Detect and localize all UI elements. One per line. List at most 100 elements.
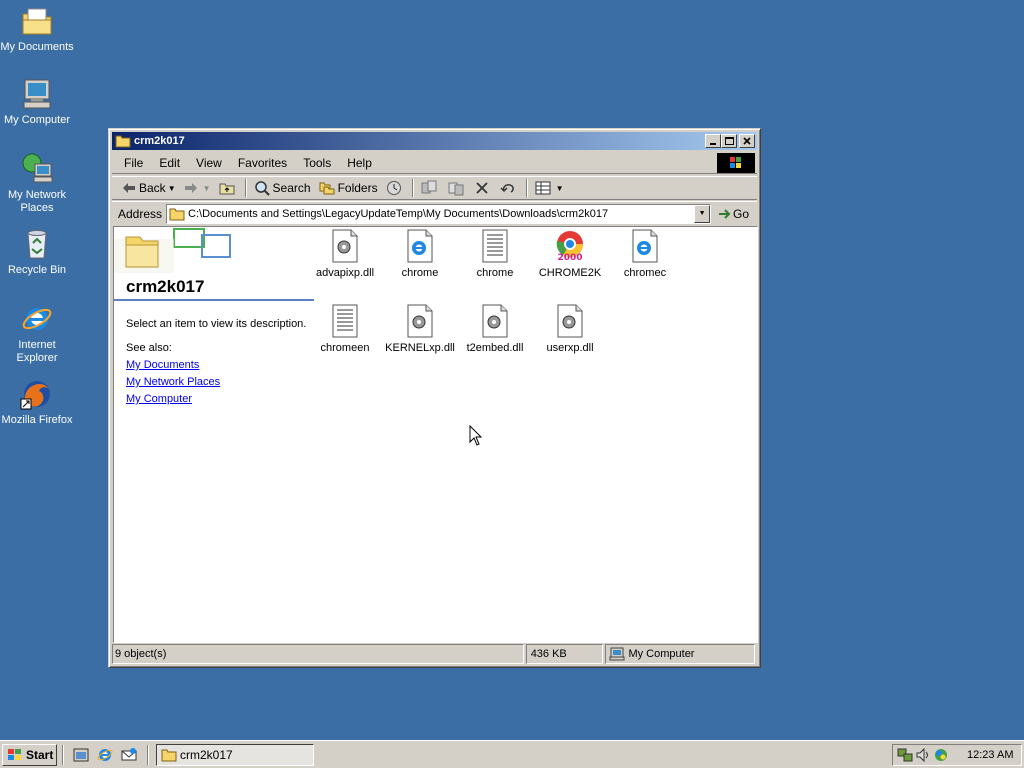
status-zone: My Computer — [605, 644, 755, 664]
link-my-computer[interactable]: My Computer — [126, 393, 192, 405]
pane-description: Select an item to view its description. — [126, 318, 307, 330]
back-dropdown-icon[interactable]: ▼ — [168, 184, 176, 193]
desktop-icon-internet-explorer[interactable]: Internet Explorer — [0, 302, 75, 365]
pane-see-also: See also: — [126, 342, 172, 354]
undo-button[interactable] — [496, 178, 523, 198]
explorer-window[interactable]: crm2k017 File Edit View Favorites Tools … — [108, 128, 761, 668]
start-button[interactable]: Start — [2, 744, 57, 766]
move-to-button[interactable] — [417, 178, 444, 198]
taskbar: Start crm2k017 12:23 AM — [0, 740, 1024, 768]
toolbar-separator — [525, 179, 528, 197]
desktop-icon-recycle-bin[interactable]: Recycle Bin — [0, 227, 75, 277]
file-name: userxp.dll — [546, 342, 594, 354]
desktop-icon-firefox[interactable]: Mozilla Firefox — [0, 377, 75, 427]
internet-explorer-icon — [22, 308, 52, 330]
desktop-icon-label: Recycle Bin — [7, 264, 67, 276]
search-icon — [254, 181, 270, 196]
go-label: Go — [733, 206, 750, 221]
up-folder-icon — [219, 183, 235, 195]
windows-logo-icon — [717, 153, 755, 173]
outlook-express-icon[interactable] — [120, 746, 138, 764]
desktop-icon-label: My Network Places — [7, 189, 67, 214]
volume-icon[interactable] — [915, 747, 931, 763]
views-button[interactable]: ▼ — [531, 178, 568, 198]
forward-button[interactable]: ▼ — [180, 178, 215, 198]
update-shield-icon[interactable] — [933, 747, 949, 763]
link-my-documents[interactable]: My Documents — [126, 359, 199, 371]
menu-help[interactable]: Help — [339, 156, 380, 170]
maximize-button[interactable] — [721, 134, 737, 148]
taskbar-window-label: crm2k017 — [180, 748, 233, 762]
close-button[interactable] — [739, 134, 755, 148]
file-item[interactable]: 2000 CHROME2K — [532, 229, 608, 279]
firefox-icon — [20, 381, 50, 410]
address-input[interactable]: C:\Documents and Settings\LegacyUpdateTe… — [166, 203, 712, 224]
address-dropdown-button[interactable]: ▼ — [694, 204, 711, 223]
mouse-cursor-icon — [469, 425, 483, 446]
internet-explorer-icon[interactable] — [96, 746, 114, 764]
menu-file[interactable]: File — [116, 156, 151, 170]
move-to-icon — [421, 180, 437, 194]
link-my-network-places[interactable]: My Network Places — [126, 376, 220, 388]
file-item[interactable]: chromec — [607, 229, 683, 279]
delete-button[interactable] — [471, 178, 496, 198]
back-button[interactable]: Back ▼ — [118, 178, 180, 198]
file-name: chrome — [401, 267, 439, 279]
folder-content-area[interactable]: crm2k017 Select an item to view its desc… — [113, 226, 758, 643]
folders-icon — [319, 182, 335, 195]
web-view-pane: crm2k017 Select an item to view its desc… — [114, 227, 316, 642]
dll-file-icon — [332, 229, 358, 263]
views-dropdown-icon[interactable]: ▼ — [556, 184, 564, 193]
network-places-icon — [22, 153, 53, 183]
file-name: advapixp.dll — [315, 267, 375, 279]
search-button[interactable]: Search — [250, 178, 315, 198]
file-item[interactable]: userxp.dll — [532, 304, 608, 354]
go-button[interactable]: Go — [717, 207, 749, 221]
back-arrow-icon — [123, 183, 135, 193]
copy-to-button[interactable] — [444, 178, 471, 198]
file-item[interactable]: KERNELxp.dll — [382, 304, 458, 354]
status-size: 436 KB — [525, 644, 604, 664]
folders-button[interactable]: Folders — [315, 178, 382, 198]
text-file-icon — [332, 304, 358, 338]
file-item[interactable]: chrome — [382, 229, 458, 279]
taskbar-window-crm2k017[interactable]: crm2k017 — [156, 744, 314, 766]
folder-icon — [169, 208, 185, 220]
address-value: C:\Documents and Settings\LegacyUpdateTe… — [188, 207, 609, 220]
pane-divider — [114, 299, 314, 301]
window-titlebar[interactable]: crm2k017 — [112, 132, 757, 150]
taskbar-separator — [62, 745, 64, 765]
desktop-icon-my-documents[interactable]: My Documents — [0, 4, 75, 54]
copy-to-icon — [448, 182, 464, 196]
up-folder-button[interactable] — [215, 178, 242, 198]
show-desktop-icon[interactable] — [72, 746, 90, 764]
standard-toolbar: Back ▼ ▼ Search Folders ▼ — [112, 176, 757, 200]
desktop-icon-label: My Documents — [0, 41, 74, 53]
close-icon — [743, 137, 751, 145]
search-label: Search — [272, 181, 311, 195]
network-tray-icon[interactable] — [897, 747, 913, 763]
menu-bar: File Edit View Favorites Tools Help — [112, 152, 757, 174]
forward-dropdown-icon[interactable]: ▼ — [203, 184, 211, 193]
menu-view[interactable]: View — [188, 156, 230, 170]
start-label: Start — [26, 748, 54, 762]
file-item[interactable]: chrome — [457, 229, 533, 279]
menu-tools[interactable]: Tools — [295, 156, 339, 170]
desktop-icon-label: Mozilla Firefox — [1, 414, 73, 426]
menu-edit[interactable]: Edit — [151, 156, 188, 170]
recycle-bin-icon — [27, 230, 47, 259]
menu-favorites[interactable]: Favorites — [230, 156, 295, 170]
toolbar-separator — [244, 179, 247, 197]
file-item[interactable]: chromeen — [307, 304, 383, 354]
file-item[interactable]: advapixp.dll — [307, 229, 383, 279]
text-file-icon — [482, 229, 508, 263]
file-item[interactable]: t2embed.dll — [457, 304, 533, 354]
desktop-icon-network-places[interactable]: My Network Places — [0, 152, 75, 215]
history-button[interactable] — [382, 178, 409, 198]
toolbar-separator — [411, 179, 414, 197]
chrome2k-app-icon: 2000 — [556, 231, 584, 263]
dll-file-icon — [407, 304, 433, 338]
minimize-button[interactable] — [705, 134, 721, 148]
address-label: Address — [118, 206, 163, 221]
desktop-icon-my-computer[interactable]: My Computer — [0, 77, 75, 127]
